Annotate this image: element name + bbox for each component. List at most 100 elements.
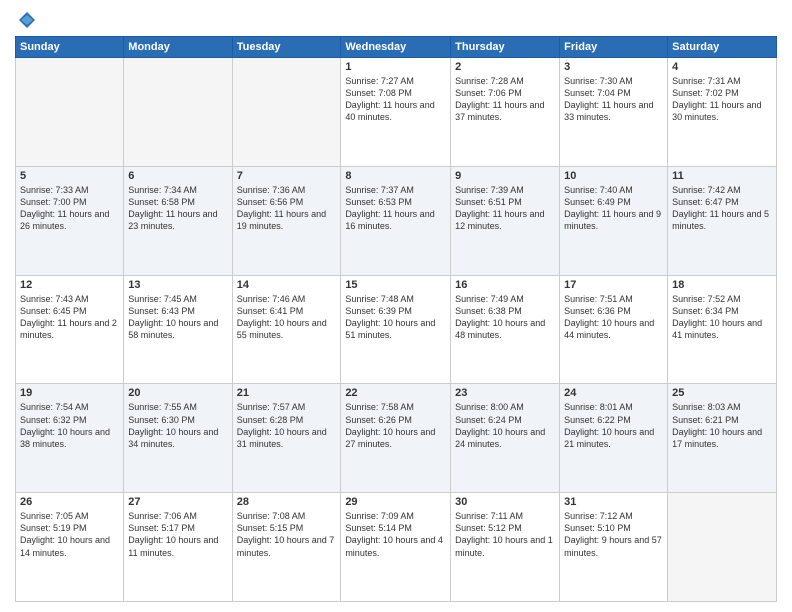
calendar-cell: 31 Sunrise: 7:12 AM Sunset: 5:10 PM Dayli… bbox=[560, 493, 668, 602]
calendar-cell: 10 Sunrise: 7:40 AM Sunset: 6:49 PM Dayli… bbox=[560, 166, 668, 275]
weekday-header-tuesday: Tuesday bbox=[232, 37, 341, 58]
week-row-1: 1 Sunrise: 7:27 AM Sunset: 7:08 PM Daylig… bbox=[16, 58, 777, 167]
day-number: 11 bbox=[672, 170, 772, 182]
week-row-4: 19 Sunrise: 7:54 AM Sunset: 6:32 PM Dayli… bbox=[16, 384, 777, 493]
day-number: 20 bbox=[128, 387, 227, 399]
day-info: Sunrise: 7:34 AM Sunset: 6:58 PM Dayligh… bbox=[128, 184, 227, 233]
calendar-cell: 4 Sunrise: 7:31 AM Sunset: 7:02 PM Daylig… bbox=[668, 58, 777, 167]
calendar-cell: 25 Sunrise: 8:03 AM Sunset: 6:21 PM Dayli… bbox=[668, 384, 777, 493]
day-info: Sunrise: 7:33 AM Sunset: 7:00 PM Dayligh… bbox=[20, 184, 119, 233]
day-info: Sunrise: 7:30 AM Sunset: 7:04 PM Dayligh… bbox=[564, 75, 663, 124]
day-number: 15 bbox=[345, 279, 446, 291]
weekday-header-friday: Friday bbox=[560, 37, 668, 58]
calendar-cell: 3 Sunrise: 7:30 AM Sunset: 7:04 PM Daylig… bbox=[560, 58, 668, 167]
day-info: Sunrise: 7:08 AM Sunset: 5:15 PM Dayligh… bbox=[237, 510, 337, 559]
calendar-cell: 23 Sunrise: 8:00 AM Sunset: 6:24 PM Dayli… bbox=[451, 384, 560, 493]
calendar-cell: 11 Sunrise: 7:42 AM Sunset: 6:47 PM Dayli… bbox=[668, 166, 777, 275]
day-number: 13 bbox=[128, 279, 227, 291]
day-info: Sunrise: 7:06 AM Sunset: 5:17 PM Dayligh… bbox=[128, 510, 227, 559]
calendar-cell: 30 Sunrise: 7:11 AM Sunset: 5:12 PM Dayli… bbox=[451, 493, 560, 602]
day-info: Sunrise: 7:05 AM Sunset: 5:19 PM Dayligh… bbox=[20, 510, 119, 559]
day-number: 27 bbox=[128, 496, 227, 508]
calendar-cell: 6 Sunrise: 7:34 AM Sunset: 6:58 PM Daylig… bbox=[124, 166, 232, 275]
calendar-cell: 7Sunrise: 7:36 AM Sunset: 6:56 PM Daylig… bbox=[232, 166, 341, 275]
day-number: 16 bbox=[455, 279, 555, 291]
calendar-cell: 9 Sunrise: 7:39 AM Sunset: 6:51 PM Daylig… bbox=[451, 166, 560, 275]
week-row-5: 26 Sunrise: 7:05 AM Sunset: 5:19 PM Dayli… bbox=[16, 493, 777, 602]
day-number: 25 bbox=[672, 387, 772, 399]
day-info: Sunrise: 8:03 AM Sunset: 6:21 PM Dayligh… bbox=[672, 401, 772, 450]
day-info: Sunrise: 8:00 AM Sunset: 6:24 PM Dayligh… bbox=[455, 401, 555, 450]
day-info: Sunrise: 7:11 AM Sunset: 5:12 PM Dayligh… bbox=[455, 510, 555, 559]
calendar-cell: 17 Sunrise: 7:51 AM Sunset: 6:36 PM Dayli… bbox=[560, 275, 668, 384]
calendar-cell: 21Sunrise: 7:57 AM Sunset: 6:28 PM Dayli… bbox=[232, 384, 341, 493]
calendar-cell: 5 Sunrise: 7:33 AM Sunset: 7:00 PM Daylig… bbox=[16, 166, 124, 275]
day-number: 3 bbox=[564, 61, 663, 73]
day-number: 19 bbox=[20, 387, 119, 399]
day-info: Sunrise: 7:54 AM Sunset: 6:32 PM Dayligh… bbox=[20, 401, 119, 450]
calendar-cell: 24Sunrise: 8:01 AM Sunset: 6:22 PM Dayli… bbox=[560, 384, 668, 493]
calendar-cell: 26 Sunrise: 7:05 AM Sunset: 5:19 PM Dayli… bbox=[16, 493, 124, 602]
day-number: 6 bbox=[128, 170, 227, 182]
calendar-cell: 16Sunrise: 7:49 AM Sunset: 6:38 PM Dayli… bbox=[451, 275, 560, 384]
logo bbox=[15, 10, 37, 30]
calendar-cell bbox=[124, 58, 232, 167]
day-number: 12 bbox=[20, 279, 119, 291]
day-number: 8 bbox=[345, 170, 446, 182]
day-number: 23 bbox=[455, 387, 555, 399]
header bbox=[15, 10, 777, 30]
day-info: Sunrise: 7:57 AM Sunset: 6:28 PM Dayligh… bbox=[237, 401, 337, 450]
weekday-header-saturday: Saturday bbox=[668, 37, 777, 58]
calendar-cell: 29 Sunrise: 7:09 AM Sunset: 5:14 PM Dayli… bbox=[341, 493, 451, 602]
calendar-cell bbox=[668, 493, 777, 602]
day-number: 14 bbox=[237, 279, 337, 291]
calendar-cell: 1 Sunrise: 7:27 AM Sunset: 7:08 PM Daylig… bbox=[341, 58, 451, 167]
day-number: 30 bbox=[455, 496, 555, 508]
day-number: 18 bbox=[672, 279, 772, 291]
day-info: Sunrise: 7:51 AM Sunset: 6:36 PM Dayligh… bbox=[564, 293, 663, 342]
calendar-cell: 27 Sunrise: 7:06 AM Sunset: 5:17 PM Dayli… bbox=[124, 493, 232, 602]
day-info: Sunrise: 7:46 AM Sunset: 6:41 PM Dayligh… bbox=[237, 293, 337, 342]
day-number: 1 bbox=[345, 61, 446, 73]
calendar-cell: 2 Sunrise: 7:28 AM Sunset: 7:06 PM Daylig… bbox=[451, 58, 560, 167]
day-number: 22 bbox=[345, 387, 446, 399]
day-info: Sunrise: 7:27 AM Sunset: 7:08 PM Dayligh… bbox=[345, 75, 446, 124]
day-number: 9 bbox=[455, 170, 555, 182]
day-number: 5 bbox=[20, 170, 119, 182]
day-number: 28 bbox=[237, 496, 337, 508]
calendar-cell: 12Sunrise: 7:43 AM Sunset: 6:45 PM Dayli… bbox=[16, 275, 124, 384]
day-info: Sunrise: 7:36 AM Sunset: 6:56 PM Dayligh… bbox=[237, 184, 337, 233]
day-info: Sunrise: 7:48 AM Sunset: 6:39 PM Dayligh… bbox=[345, 293, 446, 342]
day-info: Sunrise: 7:52 AM Sunset: 6:34 PM Dayligh… bbox=[672, 293, 772, 342]
weekday-header-sunday: Sunday bbox=[16, 37, 124, 58]
day-info: Sunrise: 7:28 AM Sunset: 7:06 PM Dayligh… bbox=[455, 75, 555, 124]
day-info: Sunrise: 8:01 AM Sunset: 6:22 PM Dayligh… bbox=[564, 401, 663, 450]
day-number: 29 bbox=[345, 496, 446, 508]
calendar-cell: 15 Sunrise: 7:48 AM Sunset: 6:39 PM Dayli… bbox=[341, 275, 451, 384]
day-info: Sunrise: 7:12 AM Sunset: 5:10 PM Dayligh… bbox=[564, 510, 663, 559]
calendar-cell: 19 Sunrise: 7:54 AM Sunset: 6:32 PM Dayli… bbox=[16, 384, 124, 493]
day-number: 31 bbox=[564, 496, 663, 508]
calendar-table: SundayMondayTuesdayWednesdayThursdayFrid… bbox=[15, 36, 777, 602]
calendar-cell: 13 Sunrise: 7:45 AM Sunset: 6:43 PM Dayli… bbox=[124, 275, 232, 384]
day-info: Sunrise: 7:39 AM Sunset: 6:51 PM Dayligh… bbox=[455, 184, 555, 233]
day-number: 17 bbox=[564, 279, 663, 291]
day-number: 2 bbox=[455, 61, 555, 73]
day-number: 26 bbox=[20, 496, 119, 508]
weekday-header-row: SundayMondayTuesdayWednesdayThursdayFrid… bbox=[16, 37, 777, 58]
day-info: Sunrise: 7:40 AM Sunset: 6:49 PM Dayligh… bbox=[564, 184, 663, 233]
calendar-cell: 20 Sunrise: 7:55 AM Sunset: 6:30 PM Dayli… bbox=[124, 384, 232, 493]
day-info: Sunrise: 7:45 AM Sunset: 6:43 PM Dayligh… bbox=[128, 293, 227, 342]
day-info: Sunrise: 7:55 AM Sunset: 6:30 PM Dayligh… bbox=[128, 401, 227, 450]
weekday-header-monday: Monday bbox=[124, 37, 232, 58]
weekday-header-wednesday: Wednesday bbox=[341, 37, 451, 58]
page: SundayMondayTuesdayWednesdayThursdayFrid… bbox=[0, 0, 792, 612]
calendar-cell: 28 Sunrise: 7:08 AM Sunset: 5:15 PM Dayli… bbox=[232, 493, 341, 602]
day-info: Sunrise: 7:31 AM Sunset: 7:02 PM Dayligh… bbox=[672, 75, 772, 124]
day-info: Sunrise: 7:09 AM Sunset: 5:14 PM Dayligh… bbox=[345, 510, 446, 559]
day-info: Sunrise: 7:42 AM Sunset: 6:47 PM Dayligh… bbox=[672, 184, 772, 233]
calendar-cell bbox=[16, 58, 124, 167]
day-number: 10 bbox=[564, 170, 663, 182]
calendar-cell: 8Sunrise: 7:37 AM Sunset: 6:53 PM Daylig… bbox=[341, 166, 451, 275]
day-number: 4 bbox=[672, 61, 772, 73]
